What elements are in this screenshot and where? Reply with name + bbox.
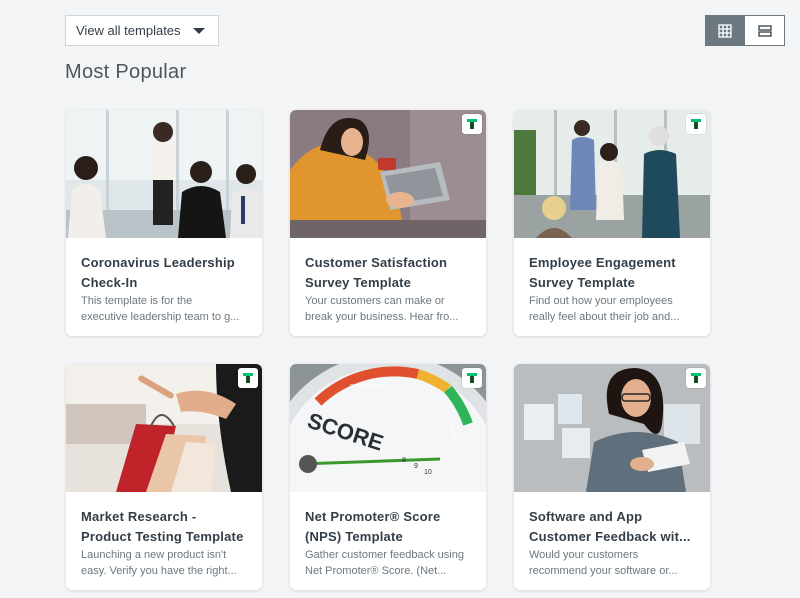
- section-title: Most Popular: [65, 61, 187, 83]
- template-description: Gather customer feedback using Net Promot…: [305, 549, 464, 577]
- template-description: Launching a new product isn't easy. Verif…: [81, 549, 237, 577]
- template-image: [66, 110, 262, 238]
- template-card-software-app-feedback[interactable]: Software and App Customer Feedback wit...…: [514, 364, 710, 590]
- brand-badge-icon: [686, 368, 706, 388]
- template-card-coronavirus-leadership[interactable]: Coronavirus Leadership Check-In This temp…: [66, 110, 262, 336]
- template-card-net-promoter-score[interactable]: SCORE DETRACTOR PASSIVE PROMOTER 8 9 10 …: [290, 364, 486, 590]
- view-toggle: [705, 15, 785, 46]
- brand-badge-icon: [238, 368, 258, 388]
- template-card-employee-engagement[interactable]: Employee Engagement Survey Template Find …: [514, 110, 710, 336]
- brand-badge-icon: [462, 114, 482, 134]
- template-title: Software and App Customer Feedback wit...: [529, 509, 691, 544]
- list-icon: [757, 24, 772, 37]
- template-image: [290, 110, 486, 238]
- template-title: Net Promoter® Score (NPS) Template: [305, 509, 441, 544]
- template-title: Coronavirus Leadership Check-In: [81, 255, 235, 290]
- template-title: Employee Engagement Survey Template: [529, 255, 676, 290]
- list-view-button[interactable]: [745, 15, 785, 46]
- grid-icon: [718, 23, 732, 38]
- nps-arc-label: DETRACTOR: [350, 384, 381, 390]
- chevron-down-icon: [193, 28, 205, 34]
- nps-tick-label: 9: [414, 463, 418, 470]
- brand-badge-icon: [686, 114, 706, 134]
- template-filter-dropdown[interactable]: View all templates: [65, 15, 219, 46]
- template-card-customer-satisfaction[interactable]: Customer Satisfaction Survey Template You…: [290, 110, 486, 336]
- nps-tick-label: 8: [402, 457, 406, 464]
- template-description: Your customers can make or break your bus…: [305, 295, 459, 323]
- template-description: Would your customers recommend your softw…: [529, 549, 678, 577]
- template-description: Find out how your employees really feel a…: [529, 295, 680, 323]
- grid-view-button[interactable]: [705, 15, 745, 46]
- template-image: [514, 364, 710, 492]
- template-image: [514, 110, 710, 238]
- template-image: [66, 364, 262, 492]
- template-title: Customer Satisfaction Survey Template: [305, 255, 448, 290]
- template-title: Market Research - Product Testing Templat…: [81, 509, 244, 544]
- nps-tick-label: 10: [424, 469, 432, 476]
- brand-badge-icon: [462, 368, 482, 388]
- template-card-market-research[interactable]: Market Research - Product Testing Templat…: [66, 364, 262, 590]
- template-filter-label: View all templates: [76, 23, 181, 38]
- template-image: SCORE DETRACTOR PASSIVE PROMOTER 8 9 10: [290, 364, 486, 492]
- template-description: This template is for the executive leader…: [81, 295, 240, 323]
